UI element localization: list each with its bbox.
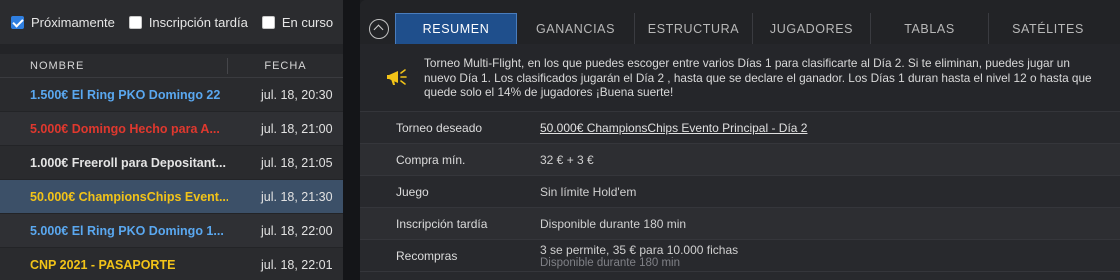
tournament-notice: Torneo Multi-Flight, en los que puedes e… bbox=[360, 44, 1120, 112]
tournament-detail-panel: RESUMEN GANANCIAS ESTRUCTURA JUGADORES T… bbox=[360, 0, 1120, 280]
upcoming-checkbox[interactable] bbox=[11, 15, 24, 29]
tournament-name: 50.000€ ChampionsChips Event... bbox=[30, 189, 228, 204]
column-header-date[interactable]: FECHA bbox=[228, 60, 343, 72]
tournament-date: jul. 18, 22:01 bbox=[261, 257, 333, 272]
filter-label: Próximamente bbox=[31, 14, 115, 30]
collapse-icon[interactable] bbox=[369, 19, 389, 39]
tournament-date: jul. 18, 22:00 bbox=[261, 223, 333, 238]
late-registration-checkbox[interactable] bbox=[128, 15, 142, 29]
filter-bar: Próximamente Inscripción tardía En curso bbox=[0, 0, 343, 44]
detail-label: Juego bbox=[396, 184, 429, 199]
notice-text: Torneo Multi-Flight, en los que puedes e… bbox=[424, 56, 1092, 99]
tournament-name: CNP 2021 - PASAPORTE bbox=[30, 257, 176, 272]
tournament-name: 1.500€ El Ring PKO Domingo 22 bbox=[30, 87, 221, 102]
tab-jugadores[interactable]: JUGADORES bbox=[753, 13, 871, 44]
tab-tablas[interactable]: TABLAS bbox=[871, 13, 989, 44]
filter-label: En curso bbox=[281, 14, 334, 30]
table-header: NOMBRE FECHA bbox=[0, 54, 343, 78]
spacer bbox=[0, 44, 343, 54]
detail-label: Inscripción tardía bbox=[396, 216, 488, 231]
table-row-selected[interactable]: 50.000€ ChampionsChips Event... jul. 18,… bbox=[0, 180, 343, 214]
detail-value: 32 € + 3 € bbox=[540, 152, 594, 167]
tournament-list-panel: Próximamente Inscripción tardía En curso… bbox=[0, 0, 343, 280]
running-checkbox[interactable] bbox=[261, 15, 275, 29]
tab-satelites[interactable]: SATÉLITES bbox=[989, 13, 1107, 44]
table-row[interactable]: 5.000€ El Ring PKO Domingo 1... jul. 18,… bbox=[0, 214, 343, 248]
panel-divider bbox=[343, 0, 360, 280]
detail-row: Inscripción tardía Disponible durante 18… bbox=[360, 208, 1120, 240]
tournament-name: 1.000€ Freeroll para Depositant... bbox=[30, 155, 226, 170]
column-header-name[interactable]: NOMBRE bbox=[0, 57, 228, 74]
detail-label: Torneo deseado bbox=[396, 120, 483, 135]
rebuy-text: 3 se permite, 35 € para 10.000 fichas bbox=[540, 242, 739, 257]
detail-row: Recompras 3 se permite, 35 € para 10.000… bbox=[360, 240, 1120, 272]
megaphone-icon bbox=[387, 69, 407, 85]
detail-row: Torneo deseado 50.000€ ChampionsChips Ev… bbox=[360, 112, 1120, 144]
tab-resumen[interactable]: RESUMEN bbox=[395, 13, 517, 44]
tournament-date: jul. 18, 20:30 bbox=[261, 87, 333, 102]
tab-ganancias[interactable]: GANANCIAS bbox=[517, 13, 635, 44]
target-tournament-link[interactable]: 50.000€ ChampionsChips Evento Principal … bbox=[540, 121, 807, 135]
detail-row: Juego Sin límite Hold'em bbox=[360, 176, 1120, 208]
tournament-date: jul. 18, 21:30 bbox=[261, 189, 333, 204]
detail-value: Sin límite Hold'em bbox=[540, 184, 637, 199]
filter-label: Inscripción tardía bbox=[148, 14, 248, 30]
tab-bar: RESUMEN GANANCIAS ESTRUCTURA JUGADORES T… bbox=[360, 0, 1120, 44]
table-row[interactable]: 5.000€ Domingo Hecho para A... jul. 18, … bbox=[0, 112, 343, 146]
tournament-date: jul. 18, 21:00 bbox=[261, 121, 333, 136]
detail-row: Compra mín. 32 € + 3 € bbox=[360, 144, 1120, 176]
filter-upcoming[interactable]: Próximamente bbox=[11, 15, 115, 30]
table-row[interactable]: CNP 2021 - PASAPORTE jul. 18, 22:01 bbox=[0, 248, 343, 280]
table-row[interactable]: 1.500€ El Ring PKO Domingo 22 jul. 18, 2… bbox=[0, 78, 343, 112]
tab-estructura[interactable]: ESTRUCTURA bbox=[635, 13, 753, 44]
detail-value: 3 se permite, 35 € para 10.000 fichas Di… bbox=[540, 243, 738, 269]
tournament-table-body: 1.500€ El Ring PKO Domingo 22 jul. 18, 2… bbox=[0, 78, 343, 280]
filter-running[interactable]: En curso bbox=[261, 14, 334, 30]
tournament-details: Torneo deseado 50.000€ ChampionsChips Ev… bbox=[360, 112, 1120, 272]
detail-label: Compra mín. bbox=[396, 152, 466, 167]
tournament-name: 5.000€ Domingo Hecho para A... bbox=[30, 121, 220, 136]
tournament-date: jul. 18, 21:05 bbox=[261, 155, 333, 170]
filter-late-registration[interactable]: Inscripción tardía bbox=[128, 14, 248, 30]
detail-value: Disponible durante 180 min bbox=[540, 216, 687, 231]
tournament-name: 5.000€ El Ring PKO Domingo 1... bbox=[30, 223, 224, 238]
detail-label: Recompras bbox=[396, 248, 458, 263]
rebuy-availability: Disponible durante 180 min bbox=[540, 256, 681, 269]
table-row[interactable]: 1.000€ Freeroll para Depositant... jul. … bbox=[0, 146, 343, 180]
